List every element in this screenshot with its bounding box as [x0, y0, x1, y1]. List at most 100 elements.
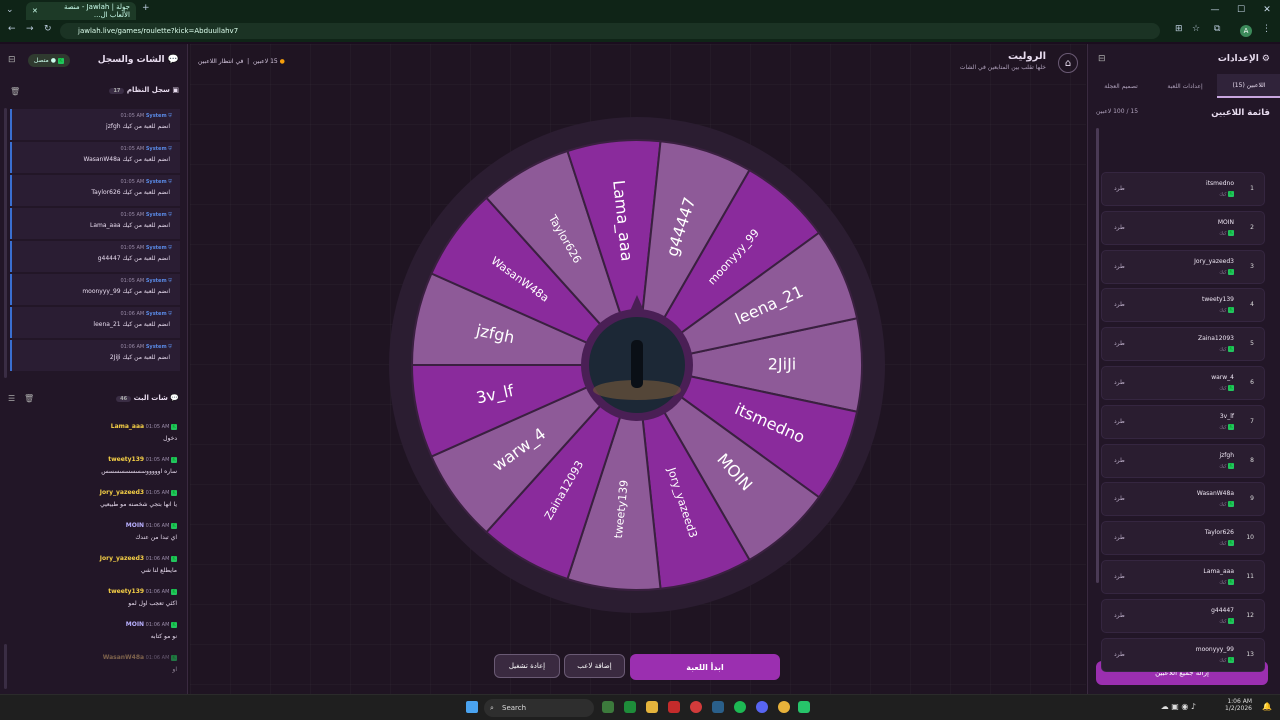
close-window-icon[interactable]: ✕: [1254, 0, 1280, 20]
home-button[interactable]: ⌂: [1058, 53, 1078, 73]
clear-chat-icon[interactable]: 🗑: [24, 394, 34, 403]
tab-players[interactable]: اللاعبين (15): [1217, 74, 1280, 98]
tray-icons[interactable]: ☁ ▣ ◉ ♪: [1161, 702, 1196, 711]
app-icon-4[interactable]: [798, 701, 810, 713]
chat-message: K WasanW48a 01:06 AM او: [7, 654, 177, 673]
kick-player-button[interactable]: طرد: [1114, 534, 1125, 541]
log-item-time: 01:05 AM: [120, 278, 145, 284]
log-item-sender: System: [145, 146, 167, 152]
system-log-header[interactable]: ▣ سجل النظام 17: [109, 86, 179, 94]
log-item-sender: System: [145, 245, 167, 251]
tab-menu-icon[interactable]: ⌄: [6, 5, 14, 15]
tab-wheel-design[interactable]: تصميم العجلة: [1089, 74, 1153, 98]
system-log-item: 01:05 AM System ⛨ WasanW48a انضم للعبة من…: [10, 142, 180, 173]
chat-username[interactable]: MOIN: [126, 522, 144, 529]
shield-icon: ⛨: [166, 113, 172, 119]
taskbar: ⌕ Search 1:06 AM 1/2/2026 ☁ ▣ ◉ ♪ 🔔: [0, 694, 1280, 720]
extensions-icon[interactable]: ⧉: [1214, 24, 1220, 34]
log-item-time: 01:05 AM: [120, 179, 145, 185]
page-subtitle: خلها تقلب بين المتابعين في الشات: [959, 64, 1046, 71]
steam-icon[interactable]: [712, 701, 724, 713]
kick-player-button[interactable]: طرد: [1114, 224, 1125, 231]
live-chat-header[interactable]: 💬 شات البث 46: [116, 394, 179, 402]
log-item-header: 01:06 AM System ⛨: [121, 344, 173, 350]
file-explorer-icon[interactable]: [646, 701, 658, 713]
chat-username[interactable]: WasanW48a: [103, 654, 144, 661]
chat-username[interactable]: MOIN: [126, 621, 144, 628]
player-number: 10: [1246, 534, 1254, 542]
log-item-text: leena_21 انضم للعبة من كيك: [93, 321, 170, 328]
notification-bell-icon[interactable]: 🔔: [1262, 702, 1272, 711]
log-item-header: 01:05 AM System ⛨: [121, 179, 173, 185]
browser-menu-icon[interactable]: ⋮: [1262, 24, 1271, 34]
player-source: K كيك: [1219, 462, 1234, 469]
spotify-icon[interactable]: [734, 701, 746, 713]
forward-icon[interactable]: →: [26, 24, 34, 34]
bookmark-star-icon[interactable]: ☆: [1192, 24, 1200, 34]
log-item-sender: System: [145, 344, 167, 350]
kick-player-button[interactable]: طرد: [1114, 263, 1125, 270]
discord-icon[interactable]: [756, 701, 768, 713]
reload-icon[interactable]: ↻: [44, 24, 52, 34]
kick-icon: K: [171, 555, 177, 562]
system-log-scrollbar[interactable]: [4, 108, 7, 378]
profile-avatar[interactable]: A: [1240, 25, 1252, 37]
back-icon[interactable]: ←: [8, 24, 16, 34]
collapse-settings-icon[interactable]: ⊟: [1098, 54, 1106, 64]
restart-button[interactable]: إعادة تشغيل: [494, 654, 560, 678]
log-item-sender: System: [145, 113, 167, 119]
chrome-icon[interactable]: [778, 701, 790, 713]
kick-player-button[interactable]: طرد: [1114, 301, 1125, 308]
chat-username[interactable]: Jory_yazeed3: [100, 555, 144, 562]
app-icon-2[interactable]: [668, 701, 680, 713]
taskbar-search[interactable]: ⌕ Search: [484, 699, 594, 717]
new-tab-icon[interactable]: +: [142, 3, 150, 13]
kick-icon: K: [1228, 462, 1234, 469]
minimize-icon[interactable]: —: [1202, 0, 1228, 20]
player-list-scrollbar[interactable]: [1096, 128, 1099, 583]
player-source: K كيك: [1219, 229, 1234, 236]
kick-player-button[interactable]: طرد: [1114, 418, 1125, 425]
translate-icon[interactable]: ⊞: [1175, 24, 1183, 34]
kick-player-button[interactable]: طرد: [1114, 379, 1125, 386]
kick-player-button[interactable]: طرد: [1114, 651, 1125, 658]
system-log-item: 01:05 AM System ⛨ Lama_aaa انضم للعبة من …: [10, 208, 180, 239]
chat-username[interactable]: tweety139: [108, 588, 144, 595]
windows-start-icon[interactable]: [466, 701, 478, 713]
chat-scrollbar[interactable]: [4, 644, 7, 689]
kick-player-button[interactable]: طرد: [1114, 612, 1125, 619]
collapse-panel-icon[interactable]: ⊟: [8, 55, 16, 65]
chat-time: 01:06 AM: [145, 655, 170, 661]
kick-player-button[interactable]: طرد: [1114, 185, 1125, 192]
kick-player-button[interactable]: طرد: [1114, 457, 1125, 464]
chat-message-header: K WasanW48a 01:06 AM: [7, 654, 177, 661]
maximize-icon[interactable]: ☐: [1228, 0, 1254, 20]
kick-player-button[interactable]: طرد: [1114, 495, 1125, 502]
system-clock[interactable]: 1:06 AM 1/2/2026: [1225, 698, 1252, 712]
clear-log-icon[interactable]: 🗑: [10, 87, 20, 96]
app-icon-3[interactable]: [690, 701, 702, 713]
url-field[interactable]: jawlah.live/games/roulette?kick=Abduulla…: [60, 23, 1160, 39]
tab-game-settings[interactable]: إعدادات اللعبة: [1153, 74, 1217, 98]
kick-icon: K: [171, 522, 177, 529]
add-player-button[interactable]: إضافة لاعب: [564, 654, 625, 678]
kick-icon: K: [1228, 307, 1234, 314]
browser-tab[interactable]: جولة | Jawlah - منصة الألعاب ال... ✕: [26, 2, 136, 20]
close-tab-icon[interactable]: ✕: [32, 7, 38, 15]
chat-username[interactable]: tweety139: [108, 456, 144, 463]
app-icon-1[interactable]: [602, 701, 614, 713]
chat-username[interactable]: Jory_yazeed3: [100, 489, 144, 496]
roulette-wheel[interactable]: 2JiJiitsmednoMOINJory_yazeed3tweety139Za…: [387, 115, 887, 615]
kick-player-button[interactable]: طرد: [1114, 573, 1125, 580]
kick-player-button[interactable]: طرد: [1114, 340, 1125, 347]
chat-time: 01:06 AM: [145, 589, 170, 595]
app-root: 💬 الشات والسجل متصل ● K ⊟ ▣ سجل النظام 1…: [0, 44, 1280, 694]
player-row: 10 Taylor626 K كيك طرد: [1101, 521, 1265, 556]
chat-message-header: K tweety139 01:05 AM: [7, 456, 177, 463]
chat-text: يا انها بتجي شخصنه مو طبيعيي: [100, 501, 177, 508]
chat-username[interactable]: Lama_aaa: [111, 423, 144, 430]
xbox-icon[interactable]: [624, 701, 636, 713]
start-game-button[interactable]: ابدأ اللعبة: [630, 654, 780, 680]
player-row: 11 Lama_aaa K كيك طرد: [1101, 560, 1265, 594]
filter-icon[interactable]: ☰: [8, 394, 15, 403]
